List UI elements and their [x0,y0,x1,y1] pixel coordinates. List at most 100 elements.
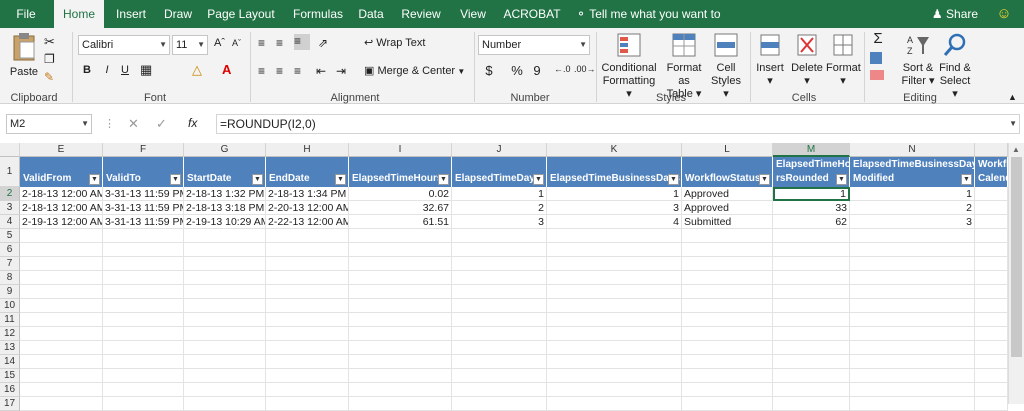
row-header[interactable]: 16 [0,383,20,397]
table-header-cell[interactable]: ElapsedTimeDays ▼ [452,157,547,187]
grid-cell[interactable] [975,215,1008,229]
grid-cell[interactable] [20,299,103,313]
table-header-cell[interactable]: WorkflowStatus ▼ [682,157,773,187]
grid-cell[interactable]: 2-20-13 12:00 AM [266,201,349,215]
orientation-icon[interactable]: ⇗ [318,36,328,50]
grid-cell[interactable] [349,313,452,327]
grid-cell[interactable] [850,397,975,411]
currency-button[interactable]: $ [482,64,496,77]
grid-cell[interactable] [975,397,1008,411]
grid-cell[interactable] [975,257,1008,271]
grid-cell[interactable] [975,355,1008,369]
grid-cell[interactable] [682,229,773,243]
grid-cell[interactable]: 3-31-13 11:59 PM [103,187,184,201]
grid-cell[interactable] [975,299,1008,313]
grid-cell[interactable]: 1 [547,187,682,201]
grid-cell[interactable] [975,313,1008,327]
delete-cells-button[interactable]: Delete ▾ [790,32,824,88]
tab-acrobat[interactable]: ACROBAT [500,0,564,28]
grid-cell[interactable] [682,243,773,257]
grid-cell[interactable] [184,271,266,285]
grid-cell[interactable] [184,313,266,327]
decrease-decimal-icon[interactable]: .00→ [574,64,596,74]
grid-cell[interactable]: 2 [452,201,547,215]
grid-cell[interactable]: 2-18-13 1:32 PM [184,187,266,201]
grid-cell[interactable] [773,355,850,369]
grid-cell[interactable] [547,397,682,411]
grid-cell[interactable] [20,257,103,271]
grid-cell[interactable]: 3 [547,201,682,215]
grid-cell[interactable] [452,299,547,313]
grid-cell[interactable] [850,229,975,243]
row-header[interactable]: 9 [0,285,20,299]
format-painter-icon[interactable]: ✎ [44,70,54,84]
row-header[interactable]: 15 [0,369,20,383]
grid-cell[interactable] [20,327,103,341]
grid-cell[interactable] [452,271,547,285]
borders-icon[interactable]: ▦ [140,62,152,78]
grid-cell[interactable] [547,229,682,243]
grid-cell[interactable]: 2-18-13 1:34 PM [266,187,349,201]
grid-cell[interactable] [103,299,184,313]
grid-cell[interactable] [184,285,266,299]
grid-cell[interactable] [975,243,1008,257]
row-header[interactable]: 12 [0,327,20,341]
grid-cell[interactable] [266,341,349,355]
column-header[interactable]: J [452,143,547,157]
filter-dropdown-icon[interactable]: ▼ [533,174,544,185]
grid-cell[interactable] [975,271,1008,285]
grid-cell[interactable] [975,187,1008,201]
grid-cell[interactable]: 3 [850,215,975,229]
table-header-cell[interactable]: ValidFrom ▼ [20,157,103,187]
format-as-table-button[interactable]: Format as Table ▾ [660,32,708,100]
grid-cell[interactable] [773,397,850,411]
grid-cell[interactable] [452,383,547,397]
comma-button[interactable]: 9 [530,64,544,77]
filter-dropdown-icon[interactable]: ▼ [961,174,972,185]
grid-cell[interactable] [20,397,103,411]
tab-home[interactable]: Home [54,0,104,28]
grid-cell[interactable] [547,285,682,299]
table-header-cell[interactable]: StartDate ▼ [184,157,266,187]
share-button[interactable]: ♟ Share [930,0,980,28]
grid-cell[interactable] [349,369,452,383]
grid-cell[interactable] [682,397,773,411]
align-center-icon[interactable]: ≡ [276,64,283,78]
grid-cell[interactable]: 61.51 [349,215,452,229]
grid-cell[interactable] [349,299,452,313]
column-header[interactable]: H [266,143,349,157]
column-header[interactable]: N [850,143,975,157]
grid-cell[interactable] [103,313,184,327]
grid-cell[interactable] [266,285,349,299]
grid-cell[interactable] [773,243,850,257]
grid-cell[interactable] [682,369,773,383]
grid-cell[interactable] [773,383,850,397]
grid-cell[interactable]: Approved [682,187,773,201]
grid-cell[interactable] [103,257,184,271]
grid-cell[interactable] [349,355,452,369]
grid-cell[interactable] [184,369,266,383]
grid-cell[interactable] [452,327,547,341]
filter-dropdown-icon[interactable]: ▼ [836,174,847,185]
grid-cell[interactable] [850,341,975,355]
table-header-cell[interactable]: ElapsedTimeBusinessDays ▼ [547,157,682,187]
grid-cell[interactable] [773,299,850,313]
table-header-cell[interactable]: ElapsedTimeHours ▼ [349,157,452,187]
grid-cell[interactable] [682,383,773,397]
grid-cell[interactable]: 33 [773,201,850,215]
grid-cell[interactable] [452,229,547,243]
grid-cell[interactable] [682,299,773,313]
row-header[interactable]: 4 [0,215,20,229]
grid-cell[interactable] [975,327,1008,341]
grid-cell[interactable]: Submitted [682,215,773,229]
grid-cell[interactable] [103,285,184,299]
grid-cell[interactable] [850,299,975,313]
table-header-cell[interactable]: ValidTo ▼ [103,157,184,187]
shrink-font-icon[interactable]: Aˇ [232,38,241,48]
row-header[interactable]: 14 [0,355,20,369]
column-header[interactable]: K [547,143,682,157]
cell-styles-button[interactable]: Cell Styles ▾ [708,32,744,100]
grid-cell[interactable]: 3 [452,215,547,229]
find-select-button[interactable]: Find & Select ▾ [936,32,974,100]
grid-cell[interactable] [975,369,1008,383]
